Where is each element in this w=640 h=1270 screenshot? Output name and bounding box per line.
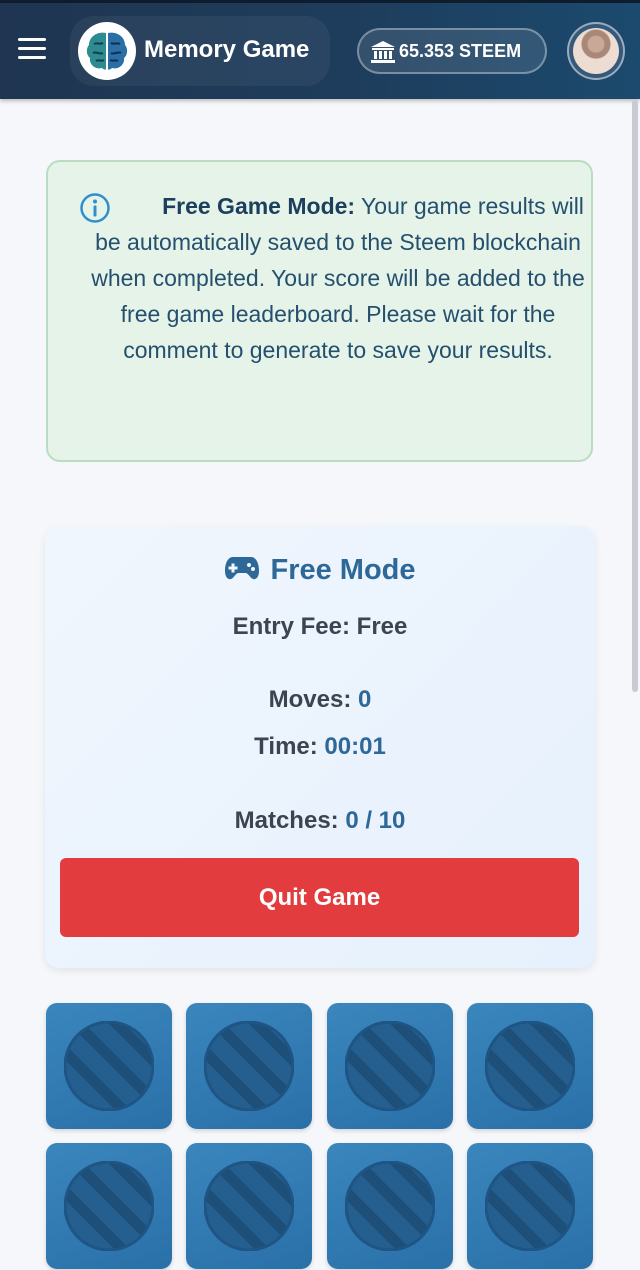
status-strip xyxy=(0,0,640,3)
page-scrollbar[interactable] xyxy=(632,100,638,692)
striped-circle-icon xyxy=(345,1161,435,1251)
game-status-card: Free Mode Entry Fee: Free Moves: 0 Time:… xyxy=(45,526,595,968)
user-avatar[interactable] xyxy=(567,22,625,80)
quit-game-button[interactable]: Quit Game xyxy=(60,858,579,937)
striped-circle-icon xyxy=(485,1161,575,1251)
matches-counter: Matches: 0 / 10 xyxy=(45,807,595,835)
moves-counter: Moves: 0 xyxy=(45,686,595,714)
entry-fee: Entry Fee: Free xyxy=(45,613,595,641)
matches-label: Matches: xyxy=(234,807,339,834)
notice-heading: Free Game Mode: xyxy=(162,193,356,219)
striped-circle-icon xyxy=(204,1161,294,1251)
wallet-balance-badge[interactable]: 65.353 STEEM xyxy=(357,28,547,74)
striped-circle-icon xyxy=(64,1161,154,1251)
matches-value: 0 / 10 xyxy=(345,807,406,834)
balance-amount: 65.353 STEEM xyxy=(399,41,522,61)
entry-fee-label: Entry Fee: xyxy=(232,613,350,640)
bank-icon xyxy=(371,41,395,63)
time-label: Time: xyxy=(254,733,318,760)
top-app-bar: Memory Game 65.353 STEEM xyxy=(0,0,640,99)
avatar-image xyxy=(573,28,619,74)
entry-fee-value: Free xyxy=(356,613,408,640)
time-value: 00:01 xyxy=(324,733,386,760)
memory-card-tile[interactable] xyxy=(327,1143,453,1269)
memory-card-tile[interactable] xyxy=(186,1003,312,1129)
brain-logo-icon xyxy=(78,22,136,80)
mode-title: Free Mode xyxy=(45,554,595,587)
memory-card-tile[interactable] xyxy=(467,1003,593,1129)
striped-circle-icon xyxy=(345,1021,435,1111)
memory-card-tile[interactable] xyxy=(186,1143,312,1269)
timer: Time: 00:01 xyxy=(45,733,595,761)
app-title: Memory Game xyxy=(144,36,310,63)
free-mode-notice: Free Game Mode: Your game results will b… xyxy=(46,160,593,462)
striped-circle-icon xyxy=(204,1021,294,1111)
brand-home-link[interactable]: Memory Game xyxy=(70,16,330,86)
hamburger-menu-icon[interactable] xyxy=(18,38,48,62)
gamepad-icon xyxy=(225,557,260,580)
memory-card-tile[interactable] xyxy=(327,1003,453,1129)
memory-card-tile[interactable] xyxy=(46,1003,172,1129)
mode-title-text: Free Mode xyxy=(270,554,416,586)
memory-card-tile[interactable] xyxy=(467,1143,593,1269)
notice-text: Free Game Mode: Your game results will b… xyxy=(78,188,598,368)
moves-value: 0 xyxy=(358,686,372,713)
memory-card-tile[interactable] xyxy=(46,1143,172,1269)
moves-label: Moves: xyxy=(268,686,352,713)
striped-circle-icon xyxy=(485,1021,575,1111)
striped-circle-icon xyxy=(64,1021,154,1111)
